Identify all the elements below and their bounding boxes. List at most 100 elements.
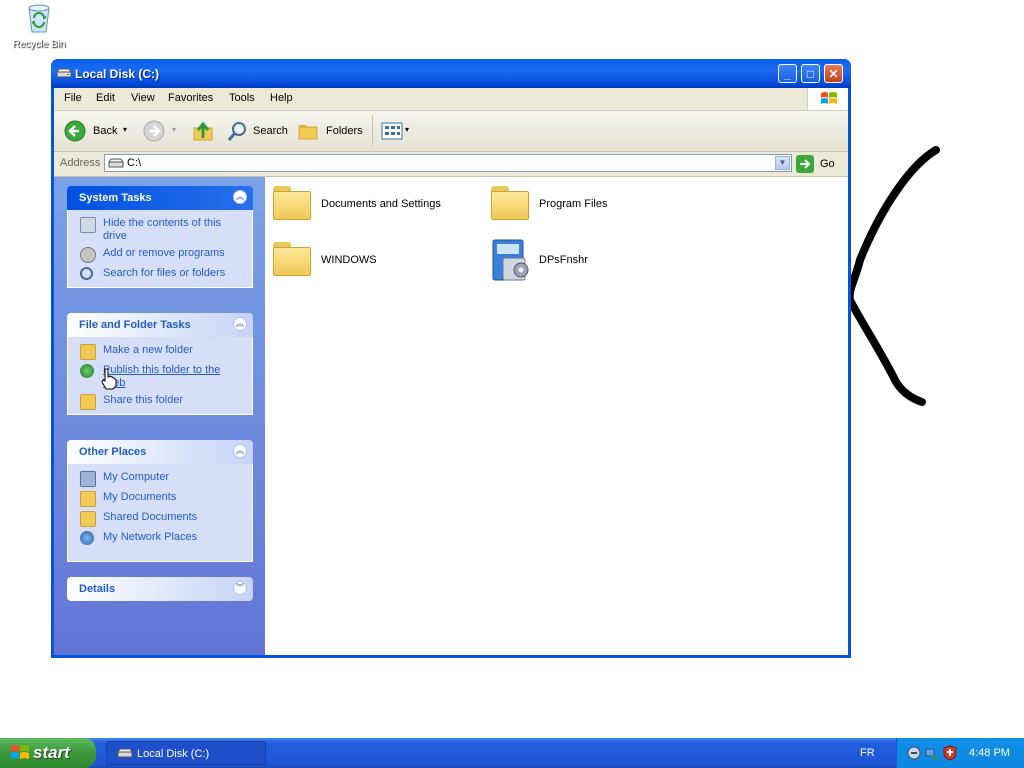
back-label: Back: [93, 125, 118, 137]
hand-cursor-icon: [101, 368, 117, 390]
forward-button[interactable]: ▾: [140, 117, 180, 145]
task-pane: System Tasks ︽ Hide the contents of this…: [54, 177, 265, 655]
menu-file[interactable]: File: [64, 92, 82, 104]
recycle-bin-icon: [28, 4, 50, 33]
close-button[interactable]: ✕: [824, 64, 843, 83]
my-documents-icon: [80, 491, 96, 507]
new-folder-icon: [80, 344, 96, 360]
file-list-pane: Documents and Settings Program Files WIN…: [265, 177, 848, 655]
file-name: DPsFnshr: [539, 254, 588, 266]
expand-chevron-icon[interactable]: ︾: [233, 581, 247, 595]
place-label: My Computer: [103, 471, 170, 483]
address-bar: Address C:\ ▼ Go: [54, 152, 848, 177]
clock[interactable]: 4:48 PM: [969, 747, 1010, 759]
system-tasks-title: System Tasks: [79, 192, 152, 204]
up-folder-icon: [193, 121, 213, 141]
menu-view[interactable]: View: [131, 92, 155, 104]
network-icon[interactable]: [925, 746, 939, 760]
views-button[interactable]: ▾: [378, 117, 414, 145]
recycle-bin[interactable]: Recycle Bin: [8, 2, 70, 50]
up-folder-button[interactable]: [190, 117, 216, 145]
taskbar-item-local-disk[interactable]: Local Disk (C:): [106, 741, 266, 765]
shared-documents-icon: [80, 511, 96, 527]
views-icon: [381, 122, 403, 140]
publish-web-icon: [80, 364, 94, 378]
task-label: Search for files or folders: [103, 267, 226, 279]
network-places-icon: [80, 531, 94, 545]
taskbar-item-label: Local Disk (C:): [137, 748, 210, 760]
collapse-chevron-icon[interactable]: ︽: [233, 317, 247, 331]
file-item[interactable]: DPsFnshr: [491, 238, 691, 282]
start-button[interactable]: start: [0, 738, 96, 768]
hide-contents-icon: [80, 217, 96, 233]
file-name: WINDOWS: [321, 254, 377, 266]
collapse-chevron-icon[interactable]: ︽: [233, 190, 247, 204]
application-icon: [492, 239, 529, 281]
folders-icon: [298, 125, 318, 140]
other-places-header[interactable]: Other Places ︽: [67, 440, 253, 464]
toolbar: Back ▾ ▾ Search Folders ▾: [54, 111, 848, 152]
windows-logo: [807, 88, 848, 110]
search-icon: [80, 267, 93, 280]
menu-edit[interactable]: Edit: [96, 92, 115, 104]
toolbar-separator: [372, 115, 373, 147]
go-label: Go: [820, 158, 835, 170]
task-label: Publish this folder to the Web: [103, 364, 221, 389]
add-remove-programs-icon: [80, 247, 96, 263]
content-area: System Tasks ︽ Hide the contents of this…: [54, 177, 848, 655]
file-item[interactable]: Program Files: [491, 182, 691, 226]
address-dropdown-icon[interactable]: ▼: [775, 156, 790, 170]
folders-button[interactable]: Folders: [294, 117, 364, 145]
file-folder-tasks-header[interactable]: File and Folder Tasks ︽: [67, 313, 253, 337]
file-item[interactable]: WINDOWS: [273, 238, 473, 282]
collapse-chevron-icon[interactable]: ︽: [233, 444, 247, 458]
windows-flag-icon: [11, 745, 29, 759]
search-label: Search: [253, 125, 288, 137]
place-label: My Network Places: [103, 531, 198, 543]
back-button[interactable]: Back ▾: [60, 117, 130, 145]
folders-label: Folders: [326, 125, 363, 137]
file-name: Program Files: [539, 198, 608, 210]
volume-icon[interactable]: [907, 746, 921, 760]
drive-icon: [108, 158, 124, 168]
folder-icon: [491, 186, 529, 220]
go-button[interactable]: Go: [796, 154, 842, 174]
explorer-window: Local Disk (C:) _ □ ✕ File Edit View Fav…: [51, 59, 851, 658]
task-label: Hide the contents of this drive: [103, 217, 222, 242]
address-label: Address: [60, 157, 101, 169]
minimize-button[interactable]: _: [778, 64, 797, 83]
language-indicator[interactable]: FR: [860, 747, 875, 759]
window-title: Local Disk (C:): [75, 67, 160, 81]
file-item[interactable]: Documents and Settings: [273, 182, 473, 226]
back-dropdown-icon[interactable]: ▾: [123, 125, 127, 134]
back-arrow-icon: [64, 120, 86, 142]
system-tasks-header[interactable]: System Tasks ︽: [67, 186, 253, 210]
hand-drawn-stroke: [845, 146, 940, 406]
menu-tools[interactable]: Tools: [229, 92, 255, 104]
search-icon: [227, 122, 246, 141]
place-label: Shared Documents: [103, 511, 198, 523]
search-button[interactable]: Search: [222, 117, 288, 145]
my-computer-icon: [80, 471, 96, 487]
window-body: File Edit View Favorites Tools Help Back…: [54, 88, 848, 655]
share-folder-icon: [80, 394, 96, 410]
menu-help[interactable]: Help: [270, 92, 293, 104]
security-shield-icon[interactable]: [943, 745, 957, 761]
taskbar: start Local Disk (C:) FR 4:48 PM: [0, 738, 1024, 768]
details-header[interactable]: Details ︾: [67, 577, 253, 601]
menu-favorites[interactable]: Favorites: [168, 92, 213, 104]
forward-dropdown-icon: ▾: [172, 125, 177, 134]
title-bar[interactable]: Local Disk (C:) _ □ ✕: [51, 59, 851, 88]
other-places-title: Other Places: [79, 446, 147, 458]
file-folder-tasks-panel: Make a new folder Publish this folder to…: [67, 337, 253, 415]
task-label: Share this folder: [103, 394, 184, 406]
maximize-button[interactable]: □: [801, 64, 820, 83]
other-places-panel: My Computer My Documents Shared Document…: [67, 464, 253, 562]
views-dropdown-icon: ▾: [405, 125, 410, 134]
start-label: start: [33, 743, 70, 762]
windows-flag-icon: [821, 92, 837, 104]
address-input[interactable]: C:\ ▼: [104, 154, 792, 172]
system-tasks-panel: Hide the contents of this drive Add or r…: [67, 210, 253, 288]
forward-arrow-icon: [143, 120, 165, 142]
folder-icon: [273, 242, 311, 276]
